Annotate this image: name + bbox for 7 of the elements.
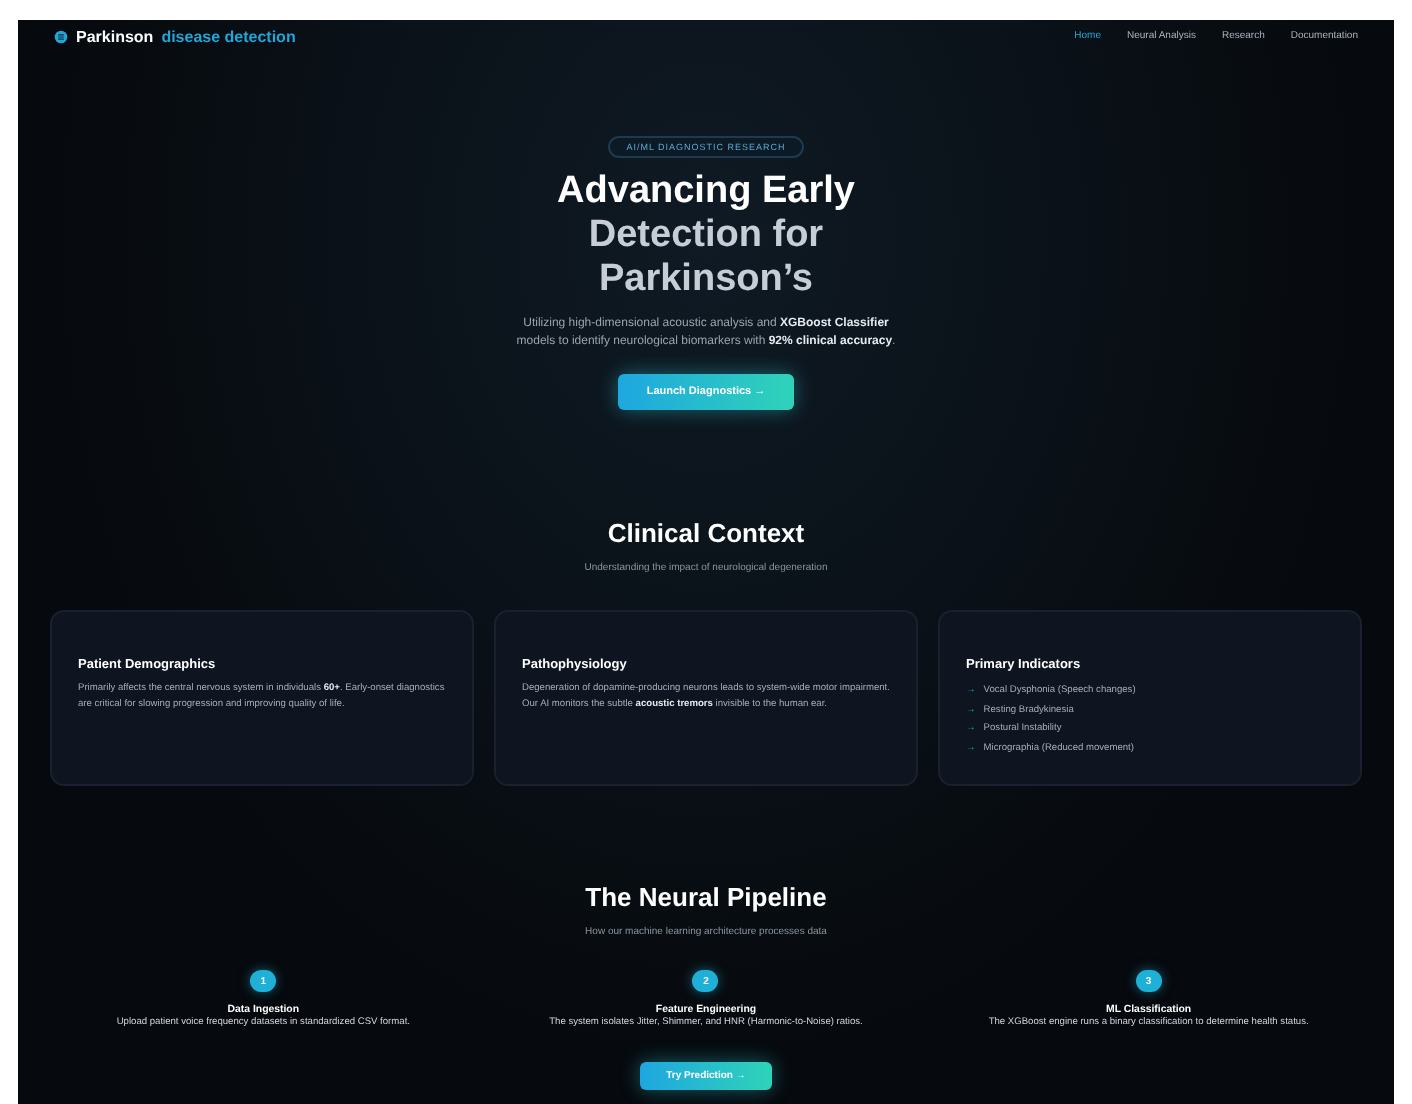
hero-title: Advancing Early (557, 170, 855, 214)
section-title: The Neural Pipeline (585, 882, 827, 912)
brand-tagline: disease detection (161, 27, 296, 45)
brand-name: Parkinson (76, 27, 154, 45)
hero-title: Detection for (586, 214, 826, 258)
section-title: Clinical Context (607, 518, 805, 548)
hero-title: Parkinson’s (596, 258, 815, 302)
